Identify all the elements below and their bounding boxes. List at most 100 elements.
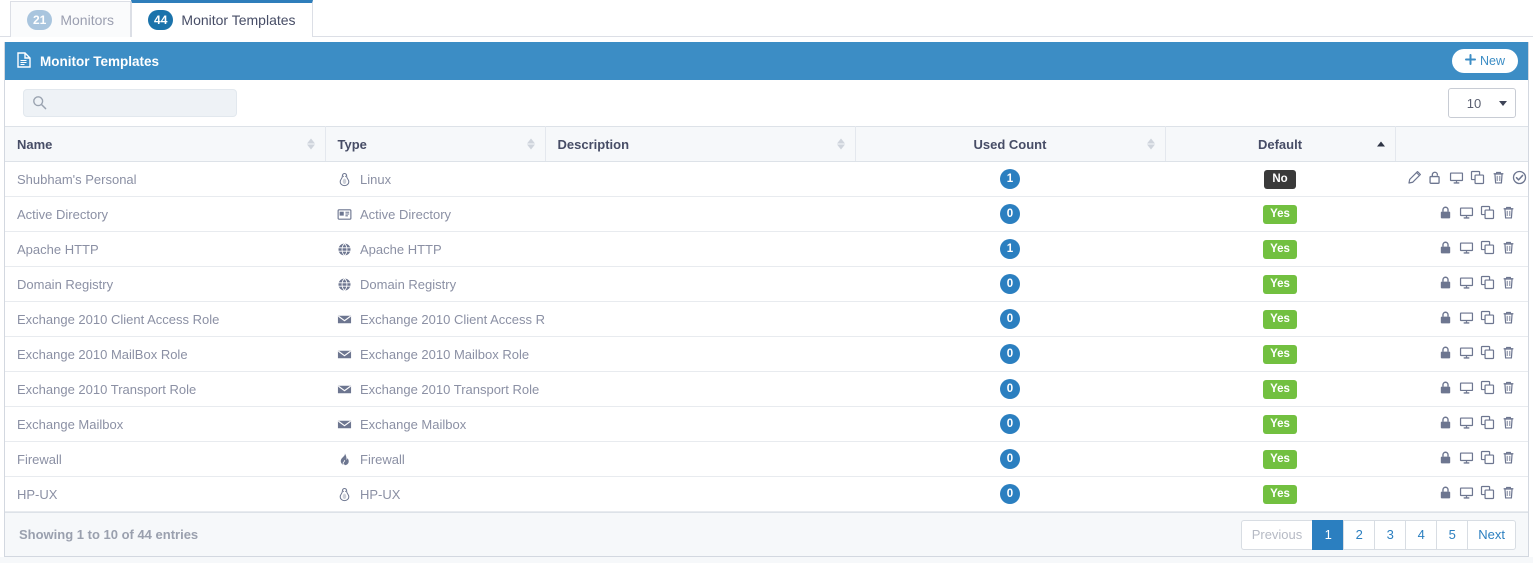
lock-icon[interactable] <box>1438 345 1453 360</box>
trash-icon[interactable] <box>1501 415 1516 430</box>
pencil-icon[interactable] <box>1407 170 1422 185</box>
monitor-icon[interactable] <box>1459 275 1474 290</box>
table-row[interactable]: Firewall Firewall 0 Yes <box>5 441 1528 477</box>
tab-monitors-label: Monitors <box>60 11 115 28</box>
sort-icon-used-count[interactable] <box>1146 138 1155 150</box>
unlock-icon[interactable] <box>1428 170 1443 185</box>
table-row[interactable]: Exchange 2010 MailBox Role Exchange 2010 … <box>5 336 1528 372</box>
sort-icon-type[interactable] <box>526 138 535 150</box>
monitor-icon[interactable] <box>1459 310 1474 325</box>
column-header-used-count[interactable]: Used Count <box>855 126 1166 162</box>
monitor-icon[interactable] <box>1459 450 1474 465</box>
search-input[interactable] <box>23 89 237 117</box>
trash-icon[interactable] <box>1501 380 1516 395</box>
tab-monitor-templates[interactable]: 44 Monitor Templates <box>131 0 313 37</box>
column-header-name[interactable]: Name <box>5 126 326 162</box>
envelope-icon <box>337 312 352 327</box>
pagination-3[interactable]: 3 <box>1374 519 1406 550</box>
cell-default: No <box>1165 161 1395 197</box>
page-length-select[interactable]: 10 <box>1448 88 1516 118</box>
copy-icon[interactable] <box>1480 450 1495 465</box>
cell-type: HP-UX <box>325 476 545 512</box>
copy-icon[interactable] <box>1480 275 1495 290</box>
table-row[interactable]: Exchange 2010 Client Access Role Exchange… <box>5 301 1528 337</box>
copy-icon[interactable] <box>1480 240 1495 255</box>
cell-name: Shubham's Personal <box>5 161 325 197</box>
row-actions <box>1438 450 1516 465</box>
table-row[interactable]: Shubham's Personal Linux 1 No <box>5 161 1528 197</box>
table-row[interactable]: HP-UX HP-UX 0 Yes <box>5 476 1528 512</box>
cell-type-label: Exchange 2010 Mailbox Role <box>360 346 530 362</box>
pagination-next[interactable]: Next <box>1467 519 1516 550</box>
sort-icon-name[interactable] <box>306 138 315 150</box>
table-row[interactable]: Domain Registry Domain Registry 0 Yes <box>5 266 1528 302</box>
table-header-row: Name Type Description Used Count Default <box>5 126 1528 162</box>
lock-icon[interactable] <box>1438 485 1453 500</box>
pagination-5[interactable]: 5 <box>1436 519 1468 550</box>
showing-entries-text: Showing 1 to 10 of 44 entries <box>19 527 199 542</box>
lock-icon[interactable] <box>1438 205 1453 220</box>
page-length-value: 10 <box>1466 95 1482 111</box>
table-row[interactable]: Exchange 2010 Transport Role Exchange 201… <box>5 371 1528 407</box>
monitor-icon[interactable] <box>1459 345 1474 360</box>
new-button[interactable]: New <box>1451 49 1518 73</box>
trash-icon[interactable] <box>1501 345 1516 360</box>
monitor-icon[interactable] <box>1459 205 1474 220</box>
copy-icon[interactable] <box>1480 415 1495 430</box>
pagination-2[interactable]: 2 <box>1343 519 1375 550</box>
lock-icon[interactable] <box>1438 310 1453 325</box>
trash-icon[interactable] <box>1501 310 1516 325</box>
cell-default: Yes <box>1165 441 1395 477</box>
sort-icon-default-ascending[interactable] <box>1376 141 1385 147</box>
trash-icon[interactable] <box>1501 485 1516 500</box>
copy-icon[interactable] <box>1480 345 1495 360</box>
table-row[interactable]: Exchange Mailbox Exchange Mailbox 0 Yes <box>5 406 1528 442</box>
column-header-description-label: Description <box>557 136 630 152</box>
lock-icon[interactable] <box>1438 415 1453 430</box>
monitor-icon[interactable] <box>1459 240 1474 255</box>
trash-icon[interactable] <box>1501 205 1516 220</box>
cell-used-count: 0 <box>855 406 1165 442</box>
cell-used-count: 0 <box>855 441 1165 477</box>
lock-icon[interactable] <box>1438 275 1453 290</box>
trash-icon[interactable] <box>1491 170 1506 185</box>
monitor-icon[interactable] <box>1449 170 1464 185</box>
pagination-1[interactable]: 1 <box>1312 519 1344 550</box>
check-circle-icon[interactable] <box>1512 170 1527 185</box>
default-status-badge: Yes <box>1263 449 1297 469</box>
trash-icon[interactable] <box>1501 275 1516 290</box>
cell-type: Apache HTTP <box>325 231 545 267</box>
lock-icon[interactable] <box>1438 450 1453 465</box>
monitor-icon[interactable] <box>1459 485 1474 500</box>
copy-icon[interactable] <box>1470 170 1485 185</box>
panel-header-left: Monitor Templates <box>17 51 159 71</box>
copy-icon[interactable] <box>1480 485 1495 500</box>
trash-icon[interactable] <box>1501 450 1516 465</box>
cell-default: Yes <box>1165 196 1395 232</box>
trash-icon[interactable] <box>1501 240 1516 255</box>
pagination-previous: Previous <box>1240 519 1313 550</box>
lock-icon[interactable] <box>1438 240 1453 255</box>
penguin-icon <box>337 487 352 502</box>
cell-description <box>545 476 855 512</box>
pagination-4[interactable]: 4 <box>1405 519 1437 550</box>
id-card-icon <box>337 207 352 222</box>
table-row[interactable]: Active Directory Active Directory 0 Yes <box>5 196 1528 232</box>
lock-icon[interactable] <box>1438 380 1453 395</box>
sort-icon-description[interactable] <box>836 138 845 150</box>
cell-default: Yes <box>1165 406 1395 442</box>
column-header-type[interactable]: Type <box>325 126 546 162</box>
monitor-icon[interactable] <box>1459 380 1474 395</box>
column-header-default[interactable]: Default <box>1165 126 1396 162</box>
copy-icon[interactable] <box>1480 380 1495 395</box>
copy-icon[interactable] <box>1480 310 1495 325</box>
globe-icon <box>337 277 352 292</box>
table-row[interactable]: Apache HTTP Apache HTTP 1 Yes <box>5 231 1528 267</box>
cell-type-label: Active Directory <box>360 206 452 222</box>
tab-monitors[interactable]: 21 Monitors <box>10 1 132 37</box>
monitor-icon[interactable] <box>1459 415 1474 430</box>
copy-icon[interactable] <box>1480 205 1495 220</box>
cell-used-count: 0 <box>855 371 1165 407</box>
cell-actions <box>1395 301 1528 337</box>
column-header-description[interactable]: Description <box>545 126 856 162</box>
